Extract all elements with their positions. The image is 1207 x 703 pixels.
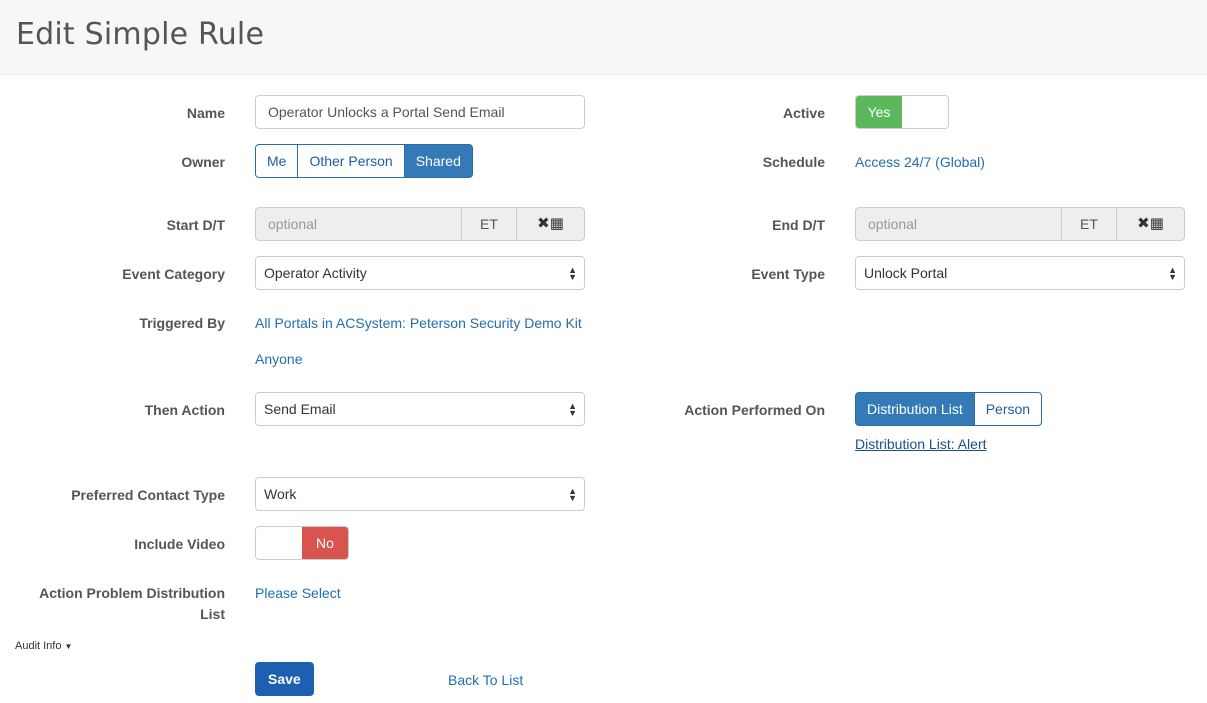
name-input[interactable]: Operator Unlocks a Portal Send Email <box>255 95 585 129</box>
audit-info-toggle[interactable]: Audit Info ▼ <box>15 639 72 654</box>
include-video-no[interactable]: No <box>302 527 348 559</box>
owner-button-group: Me Other Person Shared <box>255 144 473 178</box>
name-label: Name <box>186 105 225 121</box>
select-arrows-icon: ▲ ▼ <box>568 265 577 282</box>
action-problem-dl-label: Action Problem Distribution List <box>39 583 225 625</box>
page-header: Edit Simple Rule <box>0 0 1207 75</box>
event-category-label: Event Category <box>122 266 225 282</box>
event-category-select[interactable]: Operator Activity ▲ ▼ <box>255 256 585 290</box>
start-dt-actions: ✖▦ <box>516 208 584 240</box>
calendar-icon[interactable]: ▦ <box>1150 215 1164 232</box>
distribution-list-alert-link[interactable]: Distribution List: Alert <box>855 434 987 454</box>
person-button[interactable]: Person <box>973 392 1043 426</box>
then-action-label: Then Action <box>144 402 225 418</box>
action-problem-dl-label-line1: Action Problem Distribution <box>39 585 225 601</box>
distribution-list-button[interactable]: Distribution List <box>855 392 975 426</box>
end-dt-timezone[interactable]: ET <box>1061 208 1116 240</box>
then-action-select[interactable]: Send Email ▲ ▼ <box>255 392 585 426</box>
end-dt-picker: optional ET ✖▦ <box>855 207 1185 241</box>
start-dt-picker: optional ET ✖▦ <box>255 207 585 241</box>
active-toggle-handle[interactable] <box>902 96 948 128</box>
include-video-label: Include Video <box>134 536 225 552</box>
active-label: Active <box>782 105 825 121</box>
action-problem-dl-label-line2: List <box>200 606 225 622</box>
preferred-contact-type-select[interactable]: Work ▲ ▼ <box>255 477 585 511</box>
event-type-label: Event Type <box>751 266 825 282</box>
end-dt-actions: ✖▦ <box>1116 208 1184 240</box>
times-icon[interactable]: ✖ <box>1137 215 1150 232</box>
action-performed-on-label: Action Performed On <box>684 402 825 418</box>
schedule-link[interactable]: Access 24/7 (Global) <box>855 152 985 172</box>
include-video-toggle[interactable]: No <box>255 526 349 560</box>
event-type-value: Unlock Portal <box>864 265 948 281</box>
event-type-select[interactable]: Unlock Portal ▲ ▼ <box>855 256 1185 290</box>
save-button[interactable]: Save <box>255 662 314 696</box>
owner-other-person-button[interactable]: Other Person <box>297 144 405 178</box>
page-title: Edit Simple Rule <box>16 17 265 52</box>
times-icon[interactable]: ✖ <box>537 215 550 232</box>
schedule-label: Schedule <box>762 154 825 170</box>
preferred-contact-type-label: Preferred Contact Type <box>71 487 225 503</box>
end-dt-input[interactable]: optional <box>856 208 1061 240</box>
triggered-by-label: Triggered By <box>139 315 225 331</box>
start-dt-input[interactable]: optional <box>256 208 461 240</box>
triggered-by-anyone-link[interactable]: Anyone <box>255 349 302 369</box>
active-yes[interactable]: Yes <box>856 96 902 128</box>
calendar-icon[interactable]: ▦ <box>550 215 564 232</box>
include-video-toggle-handle[interactable] <box>256 527 302 559</box>
then-action-value: Send Email <box>264 401 336 417</box>
start-dt-timezone[interactable]: ET <box>461 208 516 240</box>
event-category-value: Operator Activity <box>264 265 367 281</box>
select-arrows-icon: ▲ ▼ <box>568 401 577 418</box>
triggered-by-portals-link[interactable]: All Portals in ACSystem: Peterson Securi… <box>255 313 582 333</box>
end-dt-label: End D/T <box>772 217 825 233</box>
select-arrows-icon: ▲ ▼ <box>1168 265 1177 282</box>
owner-me-button[interactable]: Me <box>255 144 299 178</box>
active-toggle[interactable]: Yes <box>855 95 949 129</box>
action-performed-on-button-group: Distribution List Person <box>855 392 1043 426</box>
owner-label: Owner <box>181 154 225 170</box>
owner-shared-button[interactable]: Shared <box>403 144 473 178</box>
select-arrows-icon: ▲ ▼ <box>568 486 577 503</box>
preferred-contact-type-value: Work <box>264 486 297 502</box>
audit-info-label: Audit Info <box>15 640 62 652</box>
caret-down-icon: ▼ <box>64 642 73 651</box>
action-problem-dl-link[interactable]: Please Select <box>255 583 341 603</box>
back-to-list-link[interactable]: Back To List <box>448 670 523 690</box>
start-dt-label: Start D/T <box>166 217 225 233</box>
